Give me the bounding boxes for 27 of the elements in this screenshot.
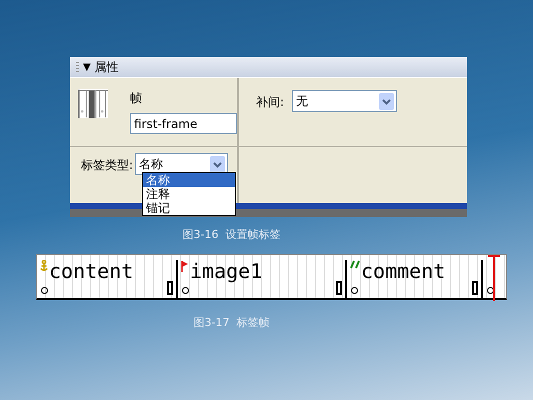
keyframe-dot — [182, 287, 189, 294]
comment-marks-icon — [350, 260, 360, 269]
figure-caption: 图3-16 设置帧标签 — [182, 228, 280, 241]
dropdown-option[interactable]: 名称 — [143, 173, 235, 187]
panel-title: 属性 — [94, 58, 119, 76]
keyframe-dot — [41, 287, 48, 294]
tween-label: 补间: — [256, 94, 284, 111]
frame-label-text: image1 — [190, 260, 262, 282]
playhead[interactable] — [488, 255, 500, 301]
flag-icon — [181, 260, 189, 272]
keyframe-dot — [487, 287, 494, 294]
frame-label: 帧 — [130, 90, 143, 107]
dropdown-option[interactable]: 注释 — [143, 187, 235, 201]
frame-end-marker — [167, 281, 173, 295]
tween-select[interactable]: 无 — [292, 90, 398, 112]
frame-label-text: content — [49, 260, 134, 282]
frame-end-marker — [472, 281, 478, 295]
anchor-icon — [40, 260, 48, 272]
frame-icon — [78, 86, 108, 121]
grip-icon[interactable] — [76, 62, 79, 72]
figure-caption: 图3-17 标签帧 — [194, 316, 270, 329]
label-type-label: 标签类型: — [81, 157, 134, 174]
keyframe-dot — [351, 287, 358, 294]
frame-end-marker — [336, 281, 342, 295]
frame-label-text: comment — [361, 260, 446, 282]
collapse-arrow[interactable]: ▼ — [83, 62, 91, 72]
frame-name-field[interactable]: first-frame — [130, 113, 237, 134]
